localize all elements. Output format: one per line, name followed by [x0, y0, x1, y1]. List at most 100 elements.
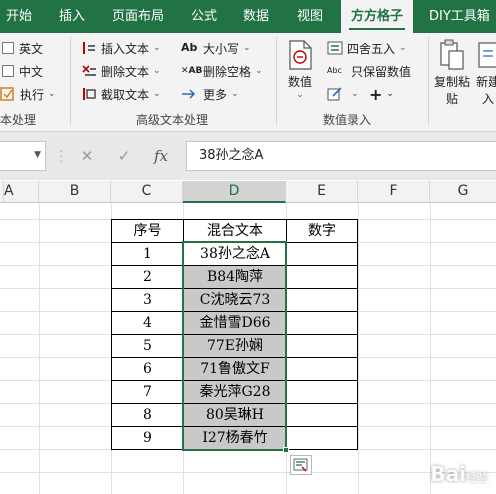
table-cell-index[interactable]: 9: [112, 427, 183, 449]
quick-analysis-icon: [293, 458, 308, 472]
case-icon: Ab: [181, 41, 198, 54]
table-header-cell[interactable]: 混合文本: [184, 220, 286, 242]
chevron-down-icon[interactable]: ▼: [34, 150, 41, 160]
tab-formulas[interactable]: 公式: [191, 0, 217, 33]
round-button[interactable]: 四舍五入 ⌄: [327, 37, 407, 59]
extract-text-button[interactable]: 截取文本 ⌄: [81, 83, 161, 105]
table-header-cell[interactable]: 序号: [112, 220, 183, 242]
english-checkbox[interactable]: 英文: [2, 37, 43, 59]
name-box[interactable]: ▼: [0, 141, 46, 171]
table-cell-number[interactable]: [287, 381, 357, 403]
formula-buttons: ⋮ ✕ ✓ fx: [54, 141, 186, 171]
new-button[interactable]: 新建 入: [476, 39, 496, 107]
quick-analysis-button[interactable]: [290, 455, 312, 475]
remove-spaces-button[interactable]: ✕AB 删除空格 ⌄: [181, 60, 263, 82]
table-cell-index[interactable]: 6: [112, 358, 183, 380]
column-header-d[interactable]: D: [183, 181, 286, 203]
gridline: [430, 203, 431, 494]
table-cell-index[interactable]: 1: [112, 243, 183, 265]
chevron-down-icon: ⌄: [231, 89, 239, 99]
tab-data[interactable]: 数据: [243, 0, 269, 33]
numeric-document-icon: [285, 39, 315, 71]
tab-insert[interactable]: 插入: [59, 0, 85, 33]
more-label: 更多: [203, 87, 228, 102]
round-icon: [327, 40, 343, 56]
keep-numbers-button[interactable]: Abc 只保留数值: [327, 60, 411, 82]
table-header-cell[interactable]: 数字: [287, 220, 357, 242]
table-cell-mixed-text[interactable]: 秦光萍G28: [184, 381, 286, 403]
case-button[interactable]: Ab 大小写 ⌄: [181, 37, 251, 59]
extract-text-label: 截取文本: [101, 87, 150, 102]
tab-home[interactable]: 开始: [6, 0, 32, 33]
watermark-logo: Bai经验: [430, 462, 488, 486]
edit-icon: [327, 86, 343, 102]
column-header-a[interactable]: A: [4, 181, 39, 203]
execute-button[interactable]: 执行 ⌄: [0, 83, 56, 105]
table-cell-index[interactable]: 4: [112, 312, 183, 334]
table-cell-mixed-text[interactable]: 金惜雪D66: [184, 312, 286, 334]
table-cell-number[interactable]: [287, 358, 357, 380]
table-cell-mixed-text[interactable]: C沈晓云73: [184, 289, 286, 311]
drag-handle-icon[interactable]: ⋮: [54, 147, 69, 165]
formula-input[interactable]: 38孙之念A: [186, 141, 496, 171]
table-cell-number[interactable]: [287, 266, 357, 288]
table-cell-mixed-text[interactable]: I27杨春竹: [184, 427, 286, 449]
table-cell-index[interactable]: 8: [112, 404, 183, 426]
table-cell-index[interactable]: 7: [112, 381, 183, 403]
gridline: [0, 472, 496, 473]
table-cell-number[interactable]: [287, 404, 357, 426]
tab-fangfanggezi[interactable]: 方方格子: [341, 0, 414, 33]
numeric-label: 数值: [287, 75, 312, 89]
chinese-label: 中文: [19, 64, 44, 79]
watermark-text: Bai: [430, 462, 466, 486]
column-header-c[interactable]: C: [111, 181, 183, 203]
tab-view[interactable]: 视图: [297, 0, 323, 33]
group-text-processing: 英文 中文 执行 ⌄ 本处理: [0, 33, 60, 132]
copy-paste-button[interactable]: 复制粘 贴: [434, 39, 470, 107]
tab-diy-toolbox[interactable]: DIY工具箱: [429, 0, 490, 33]
table-cell-index[interactable]: 2: [112, 266, 183, 288]
column-header-b[interactable]: B: [39, 181, 111, 203]
numeric-button[interactable]: 数值 ⌄: [285, 39, 315, 100]
clipboard-icon: [437, 39, 467, 71]
chevron-down-icon: ⌄: [351, 89, 359, 99]
delete-text-icon: [81, 63, 97, 79]
chinese-checkbox[interactable]: 中文: [2, 60, 43, 82]
table-cell-mixed-text[interactable]: 77E孙娴: [184, 335, 286, 357]
chevron-down-icon: ⌄: [153, 43, 161, 53]
table-cell-mixed-text[interactable]: 38孙之念A: [184, 243, 286, 265]
table-cell-number[interactable]: [287, 335, 357, 357]
group-label: 本处理: [0, 113, 37, 127]
table-cell-number[interactable]: [287, 243, 357, 265]
enter-icon[interactable]: ✓: [106, 147, 142, 165]
gridline: [358, 203, 359, 494]
delete-text-button[interactable]: 删除文本 ⌄: [81, 60, 161, 82]
extract-text-icon: [81, 86, 97, 102]
table-cell-number[interactable]: [287, 427, 357, 449]
column-header-e[interactable]: E: [286, 181, 358, 203]
more-button[interactable]: 更多 ⌄: [181, 83, 239, 105]
table-cell-number[interactable]: [287, 289, 357, 311]
arrow-right-icon: [181, 86, 199, 102]
checkbox-icon: [2, 65, 14, 77]
table-cell-number[interactable]: [287, 312, 357, 334]
add-button[interactable]: + ⌄: [369, 83, 394, 105]
english-label: 英文: [19, 41, 44, 56]
table-cell-mixed-text[interactable]: 80吴琳H: [184, 404, 286, 426]
table-cell-index[interactable]: 5: [112, 335, 183, 357]
round-label: 四舍五入: [347, 41, 396, 56]
new-document-icon: [476, 39, 496, 71]
tab-page-layout[interactable]: 页面布局: [112, 0, 164, 33]
abc-icon: Abc: [327, 66, 342, 75]
column-header-f[interactable]: F: [358, 181, 430, 203]
group-label: 高级文本处理: [136, 113, 209, 127]
table-cell-index[interactable]: 3: [112, 289, 183, 311]
column-header-g[interactable]: G: [430, 181, 496, 203]
edit-tool-button[interactable]: ⌄: [327, 83, 359, 105]
cancel-icon[interactable]: ✕: [68, 147, 106, 165]
table-cell-mixed-text[interactable]: B84陶萍: [184, 266, 286, 288]
insert-text-button[interactable]: 插入文本 ⌄: [81, 37, 161, 59]
insert-function-icon[interactable]: fx: [142, 147, 180, 165]
table-cell-mixed-text[interactable]: 71鲁傲文F: [184, 358, 286, 380]
chevron-down-icon: ⌄: [399, 43, 407, 53]
